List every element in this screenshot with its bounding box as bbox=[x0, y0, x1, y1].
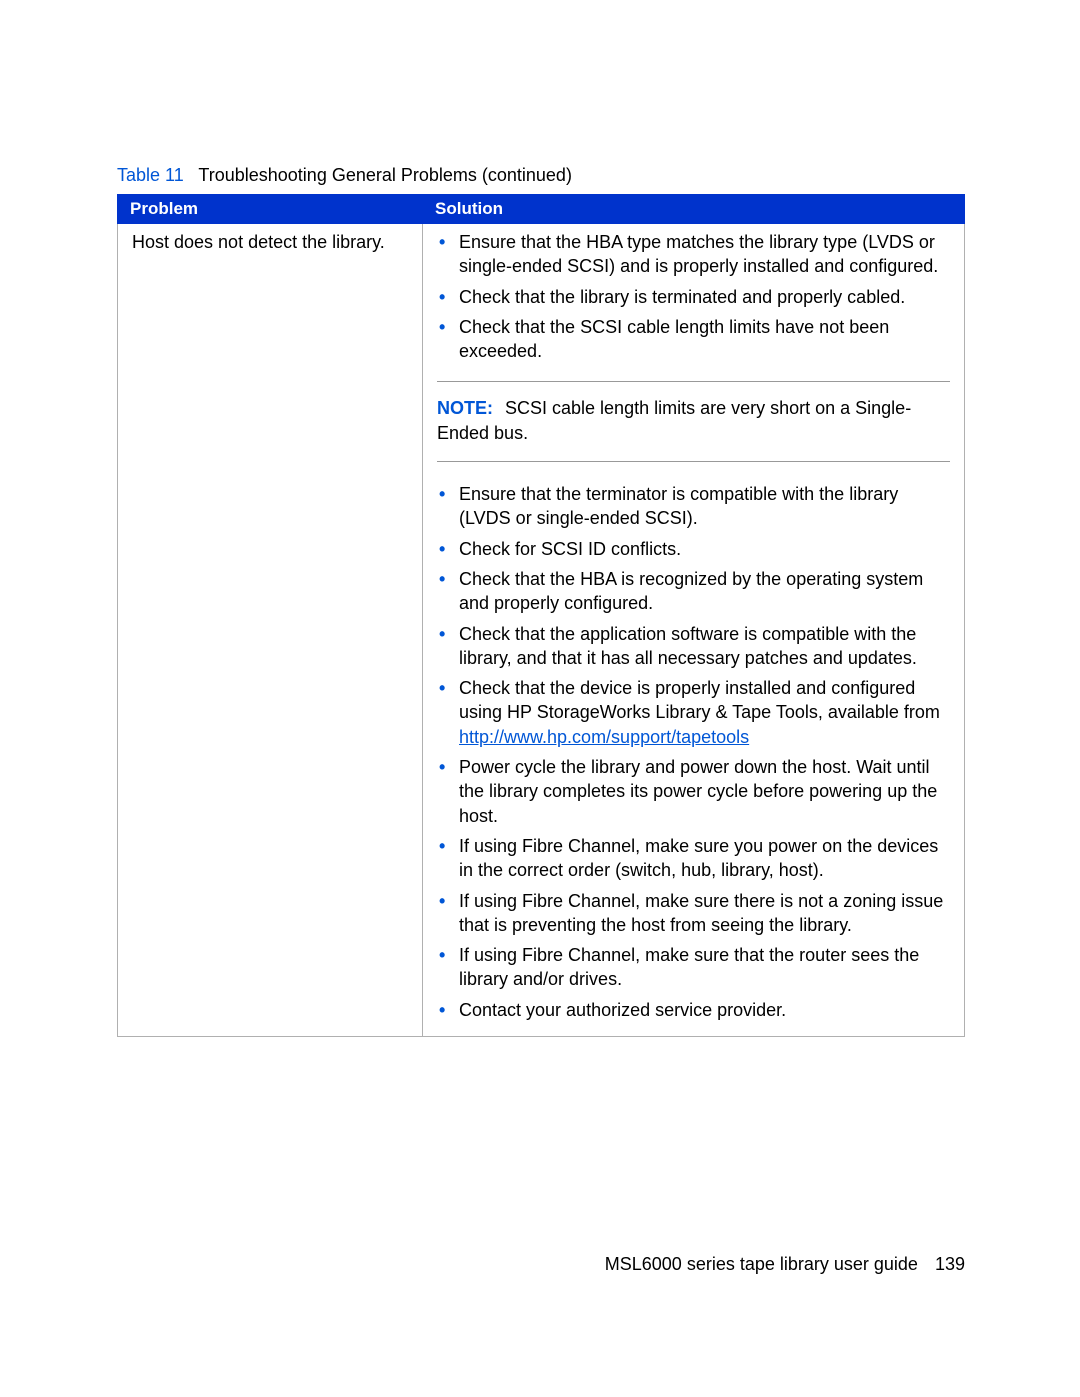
page-footer: MSL6000 series tape library user guide 1… bbox=[605, 1254, 965, 1275]
note-text: SCSI cable length limits are very short … bbox=[437, 398, 911, 442]
list-item: Check that the device is properly instal… bbox=[459, 676, 950, 749]
table-caption: Table 11 Troubleshooting General Problem… bbox=[117, 165, 965, 186]
bullet-list-2: Ensure that the terminator is compatible… bbox=[437, 482, 950, 1022]
table-title: Troubleshooting General Problems (contin… bbox=[198, 165, 572, 185]
tapetools-link[interactable]: http://www.hp.com/support/tapetools bbox=[459, 727, 749, 747]
note-label: NOTE: bbox=[437, 398, 493, 418]
bullet-list-1: Ensure that the HBA type matches the lib… bbox=[437, 230, 950, 363]
problem-cell: Host does not detect the library. bbox=[118, 224, 423, 1037]
list-item: If using Fibre Channel, make sure that t… bbox=[459, 943, 950, 992]
list-item: Ensure that the HBA type matches the lib… bbox=[459, 230, 950, 279]
note-box: NOTE:SCSI cable length limits are very s… bbox=[437, 381, 950, 462]
list-item-text: Check that the device is properly instal… bbox=[459, 678, 940, 722]
footer-title: MSL6000 series tape library user guide bbox=[605, 1254, 918, 1274]
troubleshooting-table: Problem Solution Host does not detect th… bbox=[117, 194, 965, 1037]
list-item: Check that the SCSI cable length limits … bbox=[459, 315, 950, 364]
list-item: Contact your authorized service provider… bbox=[459, 998, 950, 1022]
list-item: If using Fibre Channel, make sure there … bbox=[459, 889, 950, 938]
table-row: Host does not detect the library. Ensure… bbox=[118, 224, 965, 1037]
header-problem: Problem bbox=[118, 195, 423, 224]
list-item: Check for SCSI ID conflicts. bbox=[459, 537, 950, 561]
table-number: Table 11 bbox=[117, 165, 184, 185]
page-number: 139 bbox=[935, 1254, 965, 1274]
list-item: Power cycle the library and power down t… bbox=[459, 755, 950, 828]
list-item: Ensure that the terminator is compatible… bbox=[459, 482, 950, 531]
list-item: Check that the application software is c… bbox=[459, 622, 950, 671]
list-item: Check that the library is terminated and… bbox=[459, 285, 950, 309]
header-solution: Solution bbox=[423, 195, 965, 224]
solution-cell: Ensure that the HBA type matches the lib… bbox=[423, 224, 965, 1037]
list-item: If using Fibre Channel, make sure you po… bbox=[459, 834, 950, 883]
list-item: Check that the HBA is recognized by the … bbox=[459, 567, 950, 616]
